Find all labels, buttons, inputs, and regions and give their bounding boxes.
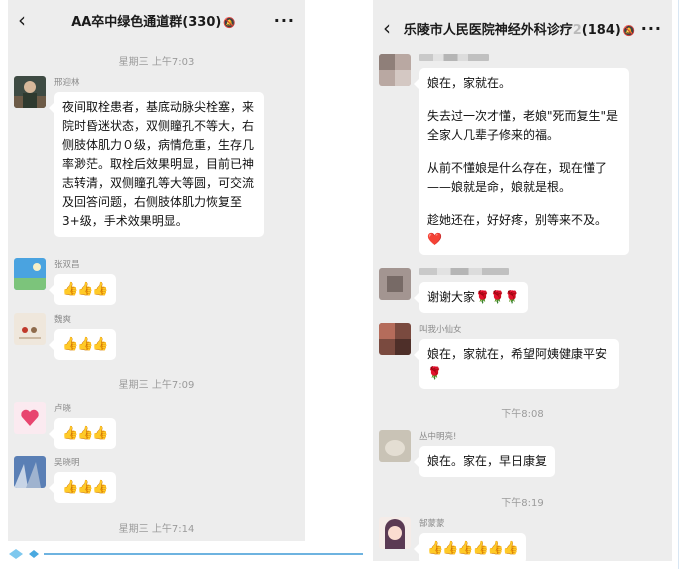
- avatar[interactable]: [379, 54, 411, 86]
- timestamp: 下午8:08: [501, 409, 544, 420]
- avatar[interactable]: [14, 456, 46, 488]
- edge-line: [678, 0, 679, 569]
- message-text: 娘在，家就在。: [427, 76, 512, 90]
- sender-name: [419, 54, 629, 64]
- message-text: 谢谢大家🌹🌹🌹: [427, 290, 520, 304]
- message-text: 娘在，家就在，希望阿姨健康平安🌹: [427, 347, 608, 380]
- avatar[interactable]: [14, 402, 46, 434]
- sender-name: 张双昌: [54, 260, 80, 270]
- sender-name: 邢迎林: [54, 78, 80, 88]
- bell-off-icon: 🔕: [223, 17, 236, 29]
- timestamp: 星期三 上午7:14: [118, 524, 195, 535]
- message-bubble[interactable]: 👍👍👍: [49, 274, 116, 305]
- message-bubble[interactable]: 谢谢大家🌹🌹🌹: [414, 282, 528, 313]
- message-bubble[interactable]: 夜间取栓患者，基底动脉尖栓塞，来院时昏迷状态，双侧瞳孔不等大，右侧肢体肌力０级，…: [49, 92, 264, 237]
- message-bubble[interactable]: 👍👍👍: [49, 472, 116, 503]
- sender-name: 吴晓明: [54, 458, 80, 468]
- message-text: 夜间取栓患者，基底动脉尖栓塞，来院时昏迷状态，双侧瞳孔不等大，右侧肢体肌力０级，…: [62, 100, 255, 228]
- timestamp: 下午8:19: [501, 498, 544, 509]
- message-bubble[interactable]: 👍👍👍👍👍👍: [413, 533, 527, 561]
- sender-name: 卢晓: [54, 404, 72, 414]
- message-bubble[interactable]: 👍👍👍: [49, 329, 116, 360]
- group-title: AA卒中绿色通道群(330) 🔕: [71, 14, 236, 30]
- avatar[interactable]: [14, 258, 46, 290]
- message-text: 趁她还在，好好疼，别等来不及。❤️: [427, 213, 608, 246]
- sender-name: 丛中明亮!: [419, 432, 457, 442]
- avatar[interactable]: [379, 517, 411, 549]
- timestamp: 星期三 上午7:09: [118, 380, 195, 391]
- message-bubble[interactable]: 娘在。家在，早日康复: [413, 446, 556, 477]
- message-text: 从前不懂娘是什么存在，现在懂了——娘就是命，娘就是根。: [427, 161, 608, 194]
- message-row: 卢晓 👍👍👍: [14, 402, 295, 449]
- message-row: 娘在，家就在。 失去过一次才懂，老娘"死而复生"是全家人几辈子修来的福。 从前不…: [379, 54, 662, 255]
- back-arrow-icon[interactable]: ‹: [383, 18, 401, 38]
- message-row: 邢迎林 夜间取栓患者，基底动脉尖栓塞，来院时昏迷状态，双侧瞳孔不等大，右侧肢体肌…: [14, 76, 295, 237]
- more-options-icon[interactable]: ···: [638, 19, 662, 38]
- message-bubble[interactable]: 👍👍👍: [49, 418, 116, 449]
- avatar[interactable]: [14, 76, 46, 108]
- message-row: 郜蒙蒙 👍👍👍👍👍👍: [379, 517, 662, 561]
- message-row: 丛中明亮! 娘在。家在，早日康复: [379, 430, 662, 477]
- avatar[interactable]: [379, 323, 411, 355]
- left-chat-screen: ‹ AA卒中绿色通道群(330) 🔕 ··· 星期三 上午7:03 邢迎林 夜间取…: [8, 0, 305, 541]
- more-options-icon[interactable]: ···: [271, 11, 295, 30]
- message-bubble[interactable]: 娘在，家就在。 失去过一次才懂，老娘"死而复生"是全家人几辈子修来的福。 从前不…: [414, 68, 629, 255]
- decorative-divider: [9, 549, 363, 559]
- sender-name: 郜蒙蒙: [419, 519, 445, 529]
- chat-header: ‹ 乐陵市人民医院神经外科诊疗2(184) 🔕 ···: [373, 8, 672, 48]
- message-row: 谢谢大家🌹🌹🌹: [379, 268, 662, 313]
- avatar[interactable]: [14, 313, 46, 345]
- right-chat-screen: ‹ 乐陵市人民医院神经外科诊疗2(184) 🔕 ··· 娘在，家就在。 失去过一次…: [373, 0, 672, 561]
- message-row: 吴晓明 👍👍👍: [14, 456, 295, 503]
- avatar[interactable]: [379, 268, 411, 300]
- message-bubble[interactable]: 娘在，家就在，希望阿姨健康平安🌹: [414, 339, 619, 389]
- message-text: 失去过一次才懂，老娘"死而复生"是全家人几辈子修来的福。: [427, 109, 619, 142]
- message-row: 叫我小仙女 娘在，家就在，希望阿姨健康平安🌹: [379, 323, 662, 389]
- message-row: 魏爽 👍👍👍: [14, 313, 295, 360]
- sender-name: 叫我小仙女: [419, 325, 462, 335]
- group-title: 乐陵市人民医院神经外科诊疗2(184) 🔕: [403, 22, 636, 38]
- avatar[interactable]: [379, 430, 411, 462]
- sender-name: [419, 268, 528, 278]
- message-text: 娘在。家在，早日康复: [427, 454, 548, 468]
- sender-name: 魏爽: [54, 315, 72, 325]
- message-row: 张双昌 👍👍👍: [14, 258, 295, 305]
- timestamp: 星期三 上午7:03: [118, 57, 195, 68]
- back-arrow-icon[interactable]: ‹: [18, 10, 36, 30]
- chat-header: ‹ AA卒中绿色通道群(330) 🔕 ···: [8, 0, 305, 40]
- bell-off-icon: 🔕: [622, 25, 636, 37]
